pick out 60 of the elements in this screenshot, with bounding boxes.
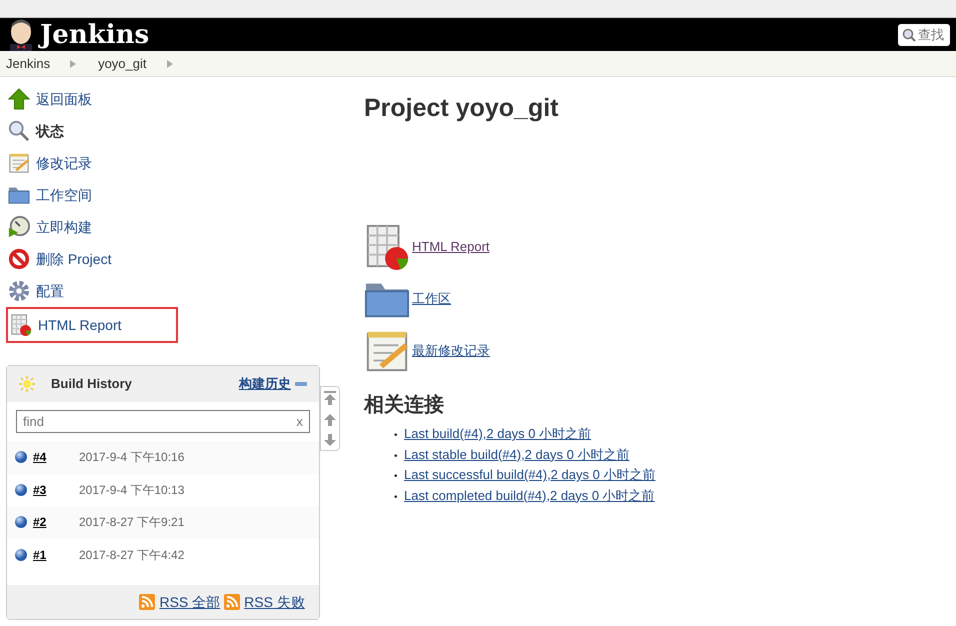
scroll-top-icon[interactable] bbox=[324, 391, 336, 405]
sidebar-item[interactable]: 状态 bbox=[6, 115, 178, 147]
build-history-title: Build History bbox=[51, 375, 132, 394]
clock-play-icon bbox=[8, 216, 30, 238]
arrow-up-icon bbox=[8, 88, 30, 110]
find-field[interactable]: find x bbox=[16, 410, 310, 433]
status-ball-icon bbox=[15, 484, 27, 496]
status-ball-icon bbox=[15, 516, 27, 528]
status-ball-icon bbox=[15, 548, 27, 561]
rss-link[interactable]: RSS 全部 bbox=[159, 592, 220, 612]
notepad-pencil-icon bbox=[8, 152, 30, 174]
permalink[interactable]: Last build(#4),2 days 0 小时之前 bbox=[404, 426, 592, 441]
magnifier-icon bbox=[8, 120, 30, 142]
task-link[interactable]: 工作区 bbox=[412, 289, 451, 309]
prohibited-icon bbox=[8, 248, 30, 270]
sidebar-item[interactable]: 删除 Project bbox=[6, 243, 178, 275]
build-number-link[interactable]: #4 bbox=[33, 448, 79, 466]
sidebar-item[interactable]: 配置 bbox=[6, 275, 178, 307]
project-title: Project yoyo_git bbox=[364, 93, 560, 123]
permalink[interactable]: Last completed build(#4),2 days 0 小时之前 bbox=[404, 488, 655, 502]
bullet: • bbox=[394, 429, 399, 443]
breadcrumb-arrow-icon[interactable] bbox=[70, 60, 76, 68]
sidebar-item[interactable]: 工作空间 bbox=[6, 179, 178, 211]
task-link[interactable]: 最新修改记录 bbox=[412, 341, 490, 361]
build-time: 2017-8-27 下午4:42 bbox=[79, 546, 184, 564]
gear-icon bbox=[8, 280, 30, 302]
sidebar-item[interactable]: 修改记录 bbox=[6, 147, 178, 179]
build-number-link[interactable]: #3 bbox=[33, 480, 79, 499]
build-number-link[interactable]: #1 bbox=[33, 546, 79, 564]
bullet: • bbox=[394, 490, 399, 504]
build-trend-link[interactable]: 构建历史 bbox=[238, 374, 291, 394]
breadcrumb-arrow-icon[interactable] bbox=[166, 60, 172, 68]
search-field[interactable]: 查找 bbox=[898, 24, 950, 46]
permalink[interactable]: Last successful build(#4),2 days 0 小时之前 bbox=[404, 467, 656, 482]
build-number-link[interactable]: #2 bbox=[33, 513, 79, 532]
sun-icon bbox=[19, 376, 35, 392]
scroll-up-icon[interactable] bbox=[324, 414, 336, 426]
breadcrumb-link[interactable]: Jenkins bbox=[6, 54, 50, 74]
sidebar-item[interactable]: 返回面板 bbox=[6, 83, 178, 115]
scroll-down-icon[interactable] bbox=[324, 434, 336, 446]
build-time: 2017-9-4 下午10:16 bbox=[79, 449, 184, 466]
jenkins-logo-text[interactable]: Jenkins bbox=[40, 22, 150, 48]
build-time: 2017-8-27 下午9:21 bbox=[79, 514, 184, 532]
spreadsheet-pie-icon bbox=[10, 314, 32, 336]
rss-icon[interactable] bbox=[224, 594, 240, 610]
breadcrumb-link[interactable]: yoyo_git bbox=[98, 54, 146, 74]
rss-icon[interactable] bbox=[139, 594, 156, 610]
sidebar-item[interactable]: 立即构建 bbox=[6, 211, 178, 243]
status-ball-icon bbox=[15, 451, 27, 464]
build-time: 2017-9-4 下午10:13 bbox=[79, 482, 184, 499]
permalinks-heading: 相关连接 bbox=[364, 393, 445, 417]
bullet: • bbox=[394, 450, 399, 464]
rss-link[interactable]: RSS 失败 bbox=[244, 592, 305, 612]
permalink[interactable]: Last stable build(#4),2 days 0 小时之前 bbox=[404, 446, 630, 462]
clear-button[interactable]: x bbox=[296, 412, 303, 432]
task-link[interactable]: HTML Report bbox=[412, 237, 490, 257]
sidebar-item[interactable]: HTML Report bbox=[6, 307, 178, 343]
spreadsheet-pie-icon bbox=[364, 224, 410, 270]
collapse-icon[interactable] bbox=[294, 381, 307, 387]
bullet: • bbox=[394, 470, 399, 484]
